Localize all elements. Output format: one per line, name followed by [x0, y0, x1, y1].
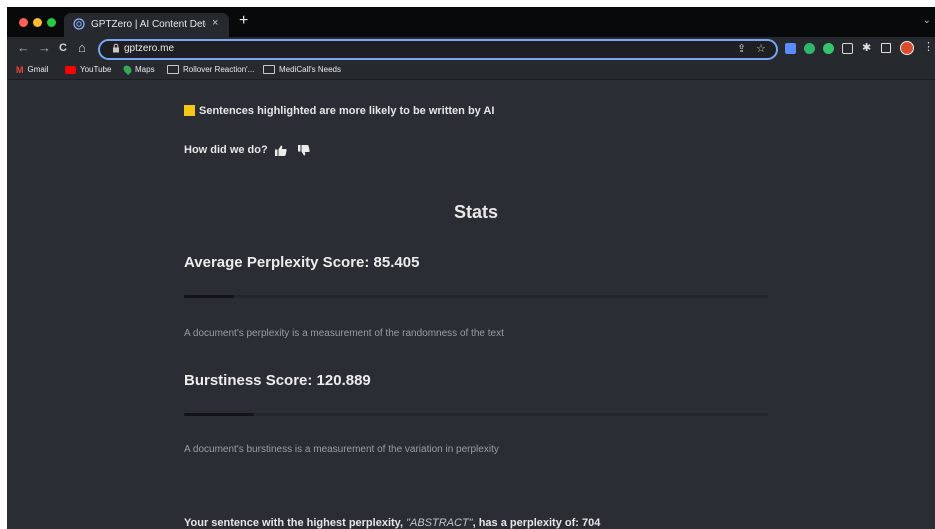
folder-icon: [167, 65, 179, 75]
share-icon[interactable]: ⇪: [737, 42, 746, 55]
stats-heading: Stats: [453, 202, 498, 222]
burstiness-score: Burstiness Score: 120.889: [184, 372, 371, 389]
tab-title: GPTZero | AI Content Detector: [91, 19, 206, 30]
bookmark-youtube[interactable]: YouTube: [65, 65, 111, 74]
page-content: Sentences highlighted are more likely to…: [7, 80, 935, 529]
perplexity-bar-fill: [184, 295, 234, 298]
bookmark-maps[interactable]: Maps: [121, 64, 155, 76]
extension-2-icon[interactable]: [804, 43, 815, 54]
perplexity-description: A document's perplexity is a measurement…: [184, 328, 504, 339]
burstiness-bar: [184, 413, 768, 416]
lock-icon[interactable]: [112, 43, 120, 53]
thumbs-up-icon[interactable]: [274, 145, 287, 156]
reload-button[interactable]: C: [59, 42, 67, 54]
bookmark-medicalls-needs[interactable]: MediCall's Needs: [263, 65, 341, 75]
sidepanel-icon[interactable]: [881, 43, 892, 54]
feedback-row: How did we do?: [184, 144, 310, 156]
feedback-prompt: How did we do?: [184, 144, 268, 156]
home-button[interactable]: ⌂: [78, 40, 86, 55]
address-bar[interactable]: gptzero.me ⇪ ☆: [98, 39, 778, 60]
highest-suffix: , has a perplexity of: 704: [472, 517, 601, 529]
bookmark-label: Maps: [135, 65, 155, 74]
bookmark-label: Rollover Reaction'...: [183, 65, 255, 74]
gmail-icon: M: [16, 65, 24, 75]
new-tab-button[interactable]: +: [239, 12, 248, 30]
bookmark-label: YouTube: [80, 65, 112, 74]
perplexity-score: Average Perplexity Score: 85.405: [184, 254, 420, 271]
gptzero-favicon-icon: [73, 18, 85, 30]
perplexity-bar: [184, 295, 768, 298]
tab-gptzero[interactable]: GPTZero | AI Content Detector ×: [64, 13, 229, 37]
back-button[interactable]: ←: [17, 40, 30, 55]
youtube-icon: [65, 65, 76, 74]
bookmark-gmail[interactable]: M Gmail: [16, 65, 48, 75]
avatar[interactable]: [900, 41, 914, 55]
highest-perplexity-sentence: Your sentence with the highest perplexit…: [184, 517, 600, 529]
thumbs-down-icon[interactable]: [297, 144, 310, 156]
puzzle-icon[interactable]: ✱: [862, 41, 873, 54]
tab-close-icon[interactable]: ×: [212, 17, 218, 29]
highlight-legend-text: Sentences highlighted are more likely to…: [199, 105, 495, 117]
browser-window: GPTZero | AI Content Detector × + ⌄ ← → …: [7, 7, 935, 529]
highest-prefix: Your sentence with the highest perplexit…: [184, 517, 407, 529]
bookmark-label: Gmail: [27, 65, 49, 75]
tab-strip: GPTZero | AI Content Detector × + ⌄: [7, 7, 935, 37]
burstiness-description: A document's burstiness is a measurement…: [184, 444, 499, 455]
browser-toolbar: ← → C ⌂ gptzero.me ⇪ ☆ ✱ ⋮: [7, 37, 935, 60]
highlight-legend: Sentences highlighted are more likely to…: [184, 105, 494, 117]
bookmark-star-icon[interactable]: ☆: [756, 42, 766, 55]
folder-icon: [263, 65, 275, 75]
url-text[interactable]: gptzero.me: [124, 43, 174, 54]
bookmarks-bar: M Gmail YouTube Maps Rollover Reaction'..…: [7, 60, 935, 80]
tab-search-chevron-icon[interactable]: ⌄: [923, 15, 931, 26]
minimize-window-button[interactable]: [33, 18, 42, 27]
bookmark-rollover-reaction[interactable]: Rollover Reaction'...: [167, 65, 255, 75]
extension-1-icon[interactable]: [785, 43, 796, 54]
maps-icon: [121, 64, 134, 76]
burstiness-bar-fill: [184, 413, 255, 416]
forward-button[interactable]: →: [38, 40, 51, 55]
highest-sentence: "ABSTRACT": [406, 517, 473, 529]
highlight-swatch: [184, 105, 195, 116]
bookmark-label: MediCall's Needs: [279, 65, 341, 74]
extension-3-icon[interactable]: [823, 43, 834, 54]
close-window-button[interactable]: [19, 18, 28, 27]
maximize-window-button[interactable]: [47, 18, 56, 27]
extension-4-icon[interactable]: [842, 43, 853, 54]
kebab-menu-icon[interactable]: ⋮: [923, 40, 934, 53]
